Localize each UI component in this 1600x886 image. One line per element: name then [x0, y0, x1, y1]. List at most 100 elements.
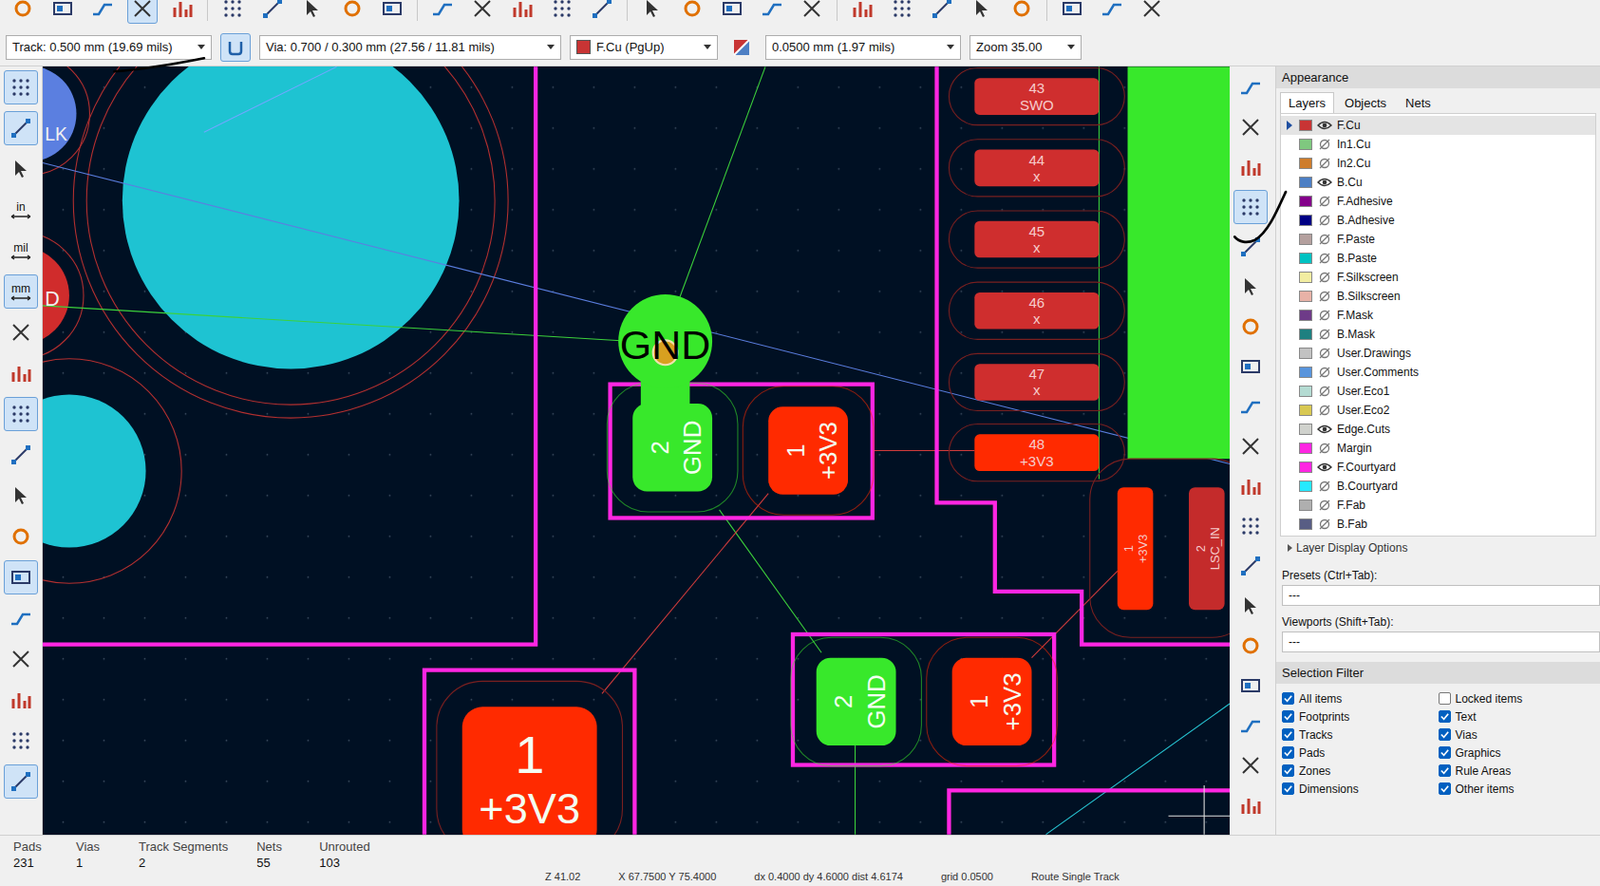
toolbar-button[interactable] [1233, 429, 1268, 464]
toolbar-button[interactable] [586, 0, 618, 24]
layer-color-swatch[interactable] [1298, 442, 1313, 454]
viewports-dropdown[interactable]: --- [1281, 631, 1600, 653]
hidden-eye-icon[interactable] [1317, 309, 1333, 321]
hidden-eye-icon[interactable] [1317, 366, 1333, 378]
checkbox[interactable] [1281, 782, 1295, 795]
copper-zone[interactable] [1128, 66, 1230, 459]
layer-dropdown[interactable]: F.Cu (PgUp) [569, 35, 718, 60]
layer-color-swatch[interactable] [1298, 290, 1313, 302]
toolbar-button[interactable] [3, 356, 38, 391]
board-view[interactable]: 43SWO44x45x46x47x48+3V31+3V32LSC_INGND2G… [42, 66, 1230, 835]
layer-row[interactable]: F.Cu [1280, 115, 1596, 135]
smd-pad[interactable] [952, 658, 1033, 746]
toolbar-button[interactable] [966, 0, 998, 24]
edge-pad[interactable] [42, 246, 70, 345]
layer-color-swatch[interactable] [1298, 347, 1313, 359]
track-width-dropdown[interactable]: Track: 0.500 mm (19.69 mils) [5, 35, 212, 60]
hidden-eye-icon[interactable] [1317, 385, 1333, 397]
checkbox[interactable] [1438, 710, 1451, 723]
toolbar-button[interactable] [1233, 748, 1268, 783]
layer-color-swatch[interactable] [1298, 309, 1313, 321]
hidden-eye-icon[interactable] [1317, 233, 1333, 245]
filter-checkbox[interactable]: Vias [1438, 725, 1596, 744]
pcb-canvas[interactable]: 43SWO44x45x46x47x48+3V31+3V32LSC_INGND2G… [42, 66, 1230, 835]
smd-pad[interactable] [632, 403, 713, 491]
layer-color-swatch[interactable] [1298, 157, 1313, 170]
layer-color-swatch[interactable] [1298, 328, 1313, 340]
layer-color-swatch[interactable] [1298, 385, 1313, 397]
zoom-dropdown[interactable]: Zoom 35.00 [969, 35, 1082, 60]
toolbar-button[interactable] [3, 519, 38, 554]
toolbar-button[interactable] [257, 0, 288, 24]
toolbar-button[interactable] [1233, 70, 1268, 105]
layer-color-swatch[interactable] [1298, 233, 1313, 245]
layer-row[interactable]: B.Fab [1280, 514, 1596, 534]
layer-color-swatch[interactable] [1298, 480, 1313, 492]
filter-checkbox[interactable]: Graphics [1438, 743, 1596, 762]
filter-checkbox[interactable]: Zones [1281, 761, 1439, 780]
tab[interactable]: Layers [1280, 92, 1335, 113]
checkbox[interactable] [1281, 746, 1295, 759]
layer-row[interactable]: F.Fab [1280, 495, 1596, 515]
toolbar-button[interactable] [3, 641, 38, 677]
toolbar-button[interactable] [1233, 548, 1268, 584]
mounting-pad[interactable] [122, 66, 460, 370]
toolbar-button[interactable] [1096, 0, 1128, 24]
layer-color-swatch[interactable] [1298, 195, 1313, 208]
hidden-eye-icon[interactable] [1317, 157, 1333, 170]
layer-color-swatch[interactable] [1298, 423, 1313, 435]
presets-dropdown[interactable]: --- [1281, 584, 1600, 606]
toolbar-button[interactable] [3, 723, 38, 758]
toolbar-button[interactable] [1233, 349, 1268, 384]
hidden-eye-icon[interactable] [1317, 271, 1333, 283]
checkbox[interactable] [1438, 782, 1451, 795]
toolbar-button[interactable] [546, 0, 578, 24]
toolbar-button[interactable] [1233, 588, 1268, 623]
toolbar-button[interactable] [1233, 309, 1268, 344]
hidden-eye-icon[interactable] [1317, 252, 1333, 264]
smd-pad[interactable] [1188, 487, 1225, 610]
connector-pad[interactable] [974, 221, 1099, 259]
layer-color-swatch[interactable] [1298, 176, 1313, 189]
checkbox[interactable] [1281, 728, 1295, 741]
toolbar-button[interactable] [1233, 150, 1268, 185]
toolbar-button[interactable] [1233, 189, 1268, 225]
hidden-eye-icon[interactable] [1317, 138, 1333, 151]
checkbox[interactable] [1438, 764, 1451, 777]
toolbar-button[interactable] [297, 0, 328, 24]
toolbar-button[interactable] [1233, 229, 1268, 264]
layer-pair-button[interactable] [726, 33, 757, 62]
layer-color-swatch[interactable] [1298, 138, 1313, 151]
toolbar-button[interactable] [87, 0, 118, 24]
filter-checkbox[interactable]: Other items [1438, 779, 1596, 798]
smd-pad[interactable] [1117, 487, 1154, 610]
toolbar-button[interactable] [847, 0, 878, 24]
filter-checkbox[interactable]: Rule Areas [1438, 761, 1596, 780]
layer-display-options[interactable]: Layer Display Options [1276, 536, 1600, 560]
layer-row[interactable]: F.Mask [1280, 305, 1596, 325]
toolbar-button[interactable] [1233, 668, 1268, 703]
toolbar-button[interactable] [337, 0, 368, 24]
toolbar-button[interactable] [1056, 0, 1088, 24]
filter-checkbox[interactable]: Footprints [1281, 707, 1439, 726]
toolbar-button[interactable] [1136, 0, 1168, 24]
toolbar-button[interactable] [3, 315, 38, 350]
hidden-eye-icon[interactable] [1317, 518, 1333, 530]
filter-checkbox[interactable]: Dimensions [1281, 779, 1439, 798]
layer-color-swatch[interactable] [1298, 214, 1313, 226]
mounting-pad[interactable] [42, 394, 147, 547]
toolbar-button[interactable] [1233, 508, 1268, 544]
toolbar-button[interactable] [1233, 469, 1268, 504]
toolbar-button[interactable] [796, 0, 828, 24]
toolbar-button[interactable] [926, 0, 958, 24]
smd-pad[interactable] [462, 706, 598, 835]
hidden-eye-icon[interactable] [1317, 347, 1333, 359]
layer-row[interactable]: F.Adhesive [1280, 191, 1596, 211]
smd-pad[interactable] [816, 658, 897, 746]
layer-color-swatch[interactable] [1298, 252, 1313, 264]
toolbar-button[interactable] [637, 0, 668, 24]
smd-pad[interactable] [768, 406, 848, 494]
filter-checkbox[interactable]: Pads [1281, 743, 1439, 762]
toolbar-button[interactable] [7, 0, 38, 24]
toolbar-button[interactable] [3, 70, 38, 105]
